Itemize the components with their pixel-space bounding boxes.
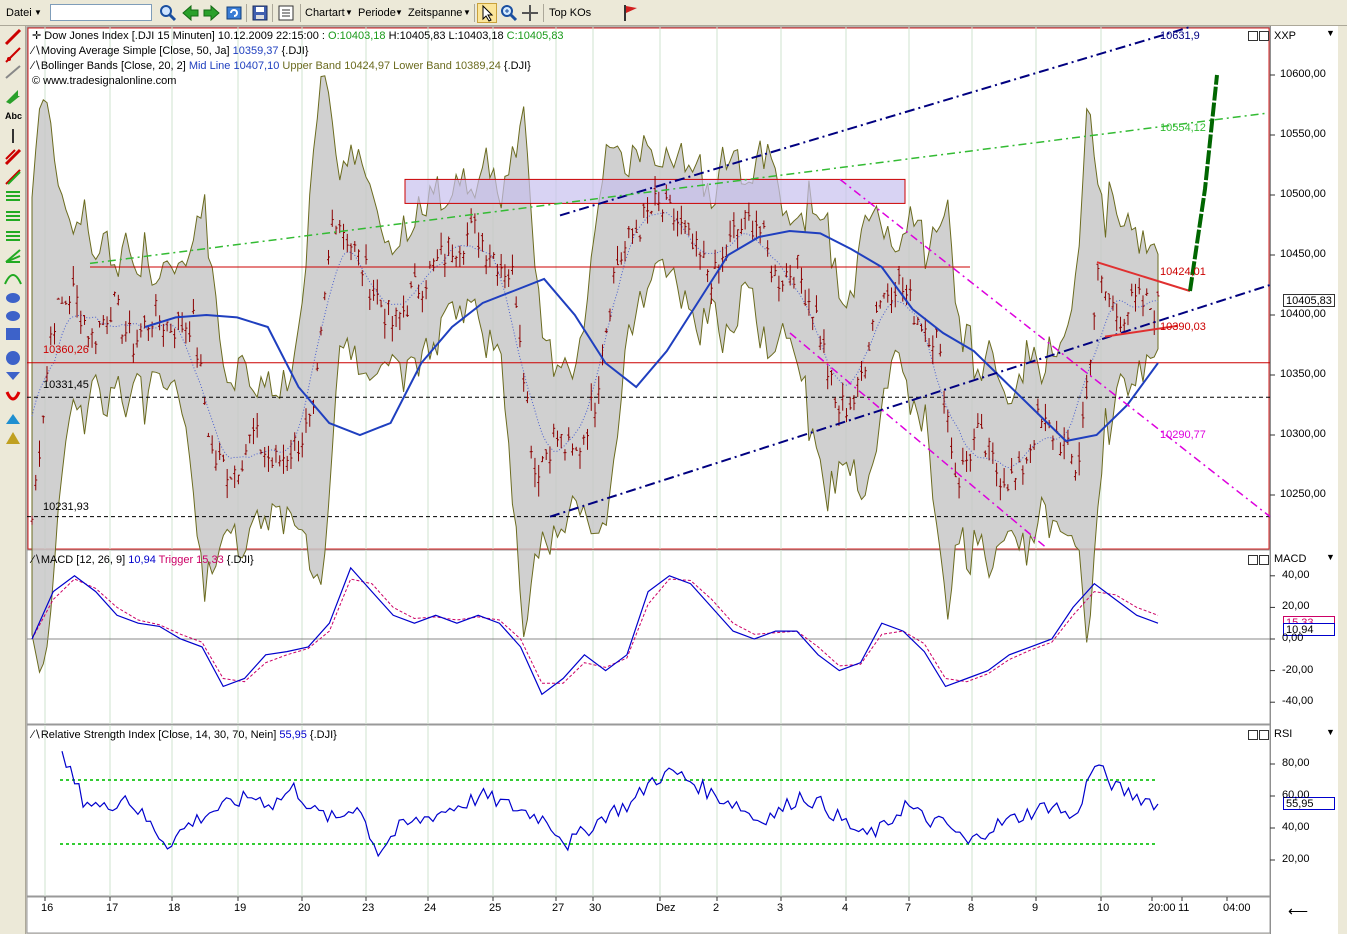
rsi-label: Relative Strength Index [Close, 14, 30, …: [41, 729, 276, 741]
macd-legend-row: ∕∖MACD [12, 26, 9] 10,94 Trigger 15,33 {…: [32, 553, 254, 566]
price-axis-name: XXP: [1274, 30, 1296, 42]
price-axis-dropdown-icon[interactable]: ▼: [1326, 28, 1335, 38]
x-tick-label: 25: [489, 902, 501, 914]
macd-tick-label: 0,00: [1282, 632, 1303, 644]
macd-label: MACD [12, 26, 9]: [41, 554, 125, 566]
cross-icon: ✛: [32, 30, 41, 42]
copyright-text: © www.tradesignalonline.com: [32, 75, 176, 87]
triangle-top-label: 10424,01: [1160, 266, 1206, 278]
price-tick-label: 10350,00: [1280, 368, 1326, 380]
ma-icon: ∕∖: [32, 45, 41, 57]
green-line-label: 10554,12: [1160, 122, 1206, 134]
macd-suffix: {.DJI}: [227, 554, 254, 566]
scroll-left-arrow-icon[interactable]: ⟵: [1288, 903, 1308, 920]
bb-upper-value: 10424,97: [344, 60, 390, 72]
x-tick-label: 20:00: [1148, 902, 1176, 914]
time-axis-area: [27, 897, 1270, 933]
price-tick-label: 10250,00: [1280, 488, 1326, 500]
rsi-value: 55,95: [279, 729, 307, 741]
x-tick-label: 9: [1032, 902, 1038, 914]
rsi-tick-label: 80,00: [1282, 757, 1310, 769]
chart-canvas[interactable]: [0, 0, 1347, 934]
x-tick-label: Dez: [656, 902, 676, 914]
rsi-tick-label: 60,00: [1282, 789, 1310, 801]
macd-tick-label: 40,00: [1282, 569, 1310, 581]
macd-value: 10,94: [128, 554, 156, 566]
macd-axis-name: MACD: [1274, 553, 1306, 565]
bb-lower-label: Lower Band: [393, 60, 452, 72]
macd-tick-label: 20,00: [1282, 600, 1310, 612]
price-tick-label: 10400,00: [1280, 308, 1326, 320]
x-tick-label: 04:00: [1223, 902, 1251, 914]
rsi-axis-name: RSI: [1274, 728, 1292, 740]
bb-upper-label: Upper Band: [282, 60, 341, 72]
bb-legend-row: ∕∖Bollinger Bands [Close, 20, 2] Mid Lin…: [32, 59, 531, 72]
ohlc-open: O:10403,18: [328, 30, 386, 42]
ohlc-low: L:10403,18: [449, 30, 504, 42]
x-tick-label: 27: [552, 902, 564, 914]
rsi-close-button[interactable]: [1259, 730, 1269, 740]
x-tick-label: 7: [905, 902, 911, 914]
rsi-legend-row: ∕∖Relative Strength Index [Close, 14, 30…: [32, 728, 337, 741]
rsi-suffix: {.DJI}: [310, 729, 337, 741]
x-tick-label: 2: [713, 902, 719, 914]
price-tick-label: 10500,00: [1280, 188, 1326, 200]
x-tick-label: 18: [168, 902, 180, 914]
price-tick-label: 10600,00: [1280, 68, 1326, 80]
x-tick-label: 10: [1097, 902, 1109, 914]
macd-close-button[interactable]: [1259, 555, 1269, 565]
macd-axis-dropdown-icon[interactable]: ▼: [1326, 552, 1335, 562]
rsi-minimize-button[interactable]: [1248, 730, 1258, 740]
rsi-icon: ∕∖: [32, 729, 41, 741]
macd-minimize-button[interactable]: [1248, 555, 1258, 565]
bb-lower-value: 10389,24: [455, 60, 501, 72]
level-10231-label: 10231,93: [43, 501, 89, 513]
ohlc-close: C:10405,83: [507, 30, 564, 42]
x-tick-label: 11: [1178, 902, 1189, 914]
ma-legend-row: ∕∖Moving Average Simple [Close, 50, Ja] …: [32, 44, 309, 57]
x-tick-label: 17: [106, 902, 118, 914]
macd-trigger-value: 15,33: [196, 554, 224, 566]
magenta-channel-label: 10290,77: [1160, 429, 1206, 441]
bb-mid-value: 10407,10: [233, 60, 279, 72]
rsi-tick-label: 40,00: [1282, 821, 1310, 833]
bb-icon: ∕∖: [32, 60, 41, 72]
x-tick-label: 8: [968, 902, 974, 914]
x-tick-label: 20: [298, 902, 310, 914]
bb-label: Bollinger Bands [Close, 20, 2]: [41, 60, 186, 72]
rsi-plot-area: [27, 725, 1270, 896]
ohlc-high: H:10405,83: [389, 30, 446, 42]
ma-label: Moving Average Simple [Close, 50, Ja]: [41, 45, 230, 57]
macd-trigger-label: Trigger: [159, 554, 193, 566]
x-tick-label: 24: [424, 902, 436, 914]
x-tick-label: 30: [589, 902, 601, 914]
rsi-tick-label: 20,00: [1282, 853, 1310, 865]
x-tick-label: 3: [777, 902, 783, 914]
ma-suffix: {.DJI}: [282, 45, 309, 57]
macd-tick-label: -20,00: [1282, 664, 1313, 676]
bb-mid-label: Mid Line: [189, 60, 231, 72]
x-tick-label: 23: [362, 902, 374, 914]
price-tick-label: 10550,00: [1280, 128, 1326, 140]
panel-close-button[interactable]: [1259, 31, 1269, 41]
macd-tick-label: -40,00: [1282, 695, 1313, 707]
bb-suffix: {.DJI}: [504, 60, 531, 72]
price-tick-label: 10300,00: [1280, 428, 1326, 440]
panel-minimize-button[interactable]: [1248, 31, 1258, 41]
channel-top-label: 10631,9: [1160, 30, 1200, 42]
last-price-box: 10405,83: [1283, 294, 1335, 307]
level-10360-label: 10360,26: [43, 344, 89, 356]
level-10331-label: 10331,45: [43, 379, 89, 391]
triangle-bottom-label: 10390,03: [1160, 321, 1206, 333]
main-title-row: ✛ Dow Jones Index [.DJI 15 Minuten] 10.1…: [32, 29, 564, 42]
ma-value: 10359,37: [233, 45, 279, 57]
x-tick-label: 19: [234, 902, 246, 914]
main-title: Dow Jones Index [.DJI 15 Minuten] 10.12.…: [44, 30, 328, 42]
macd-icon: ∕∖: [32, 554, 41, 566]
x-tick-label: 4: [842, 902, 848, 914]
price-tick-label: 10450,00: [1280, 248, 1326, 260]
rsi-axis-dropdown-icon[interactable]: ▼: [1326, 727, 1335, 737]
x-tick-label: 16: [41, 902, 53, 914]
